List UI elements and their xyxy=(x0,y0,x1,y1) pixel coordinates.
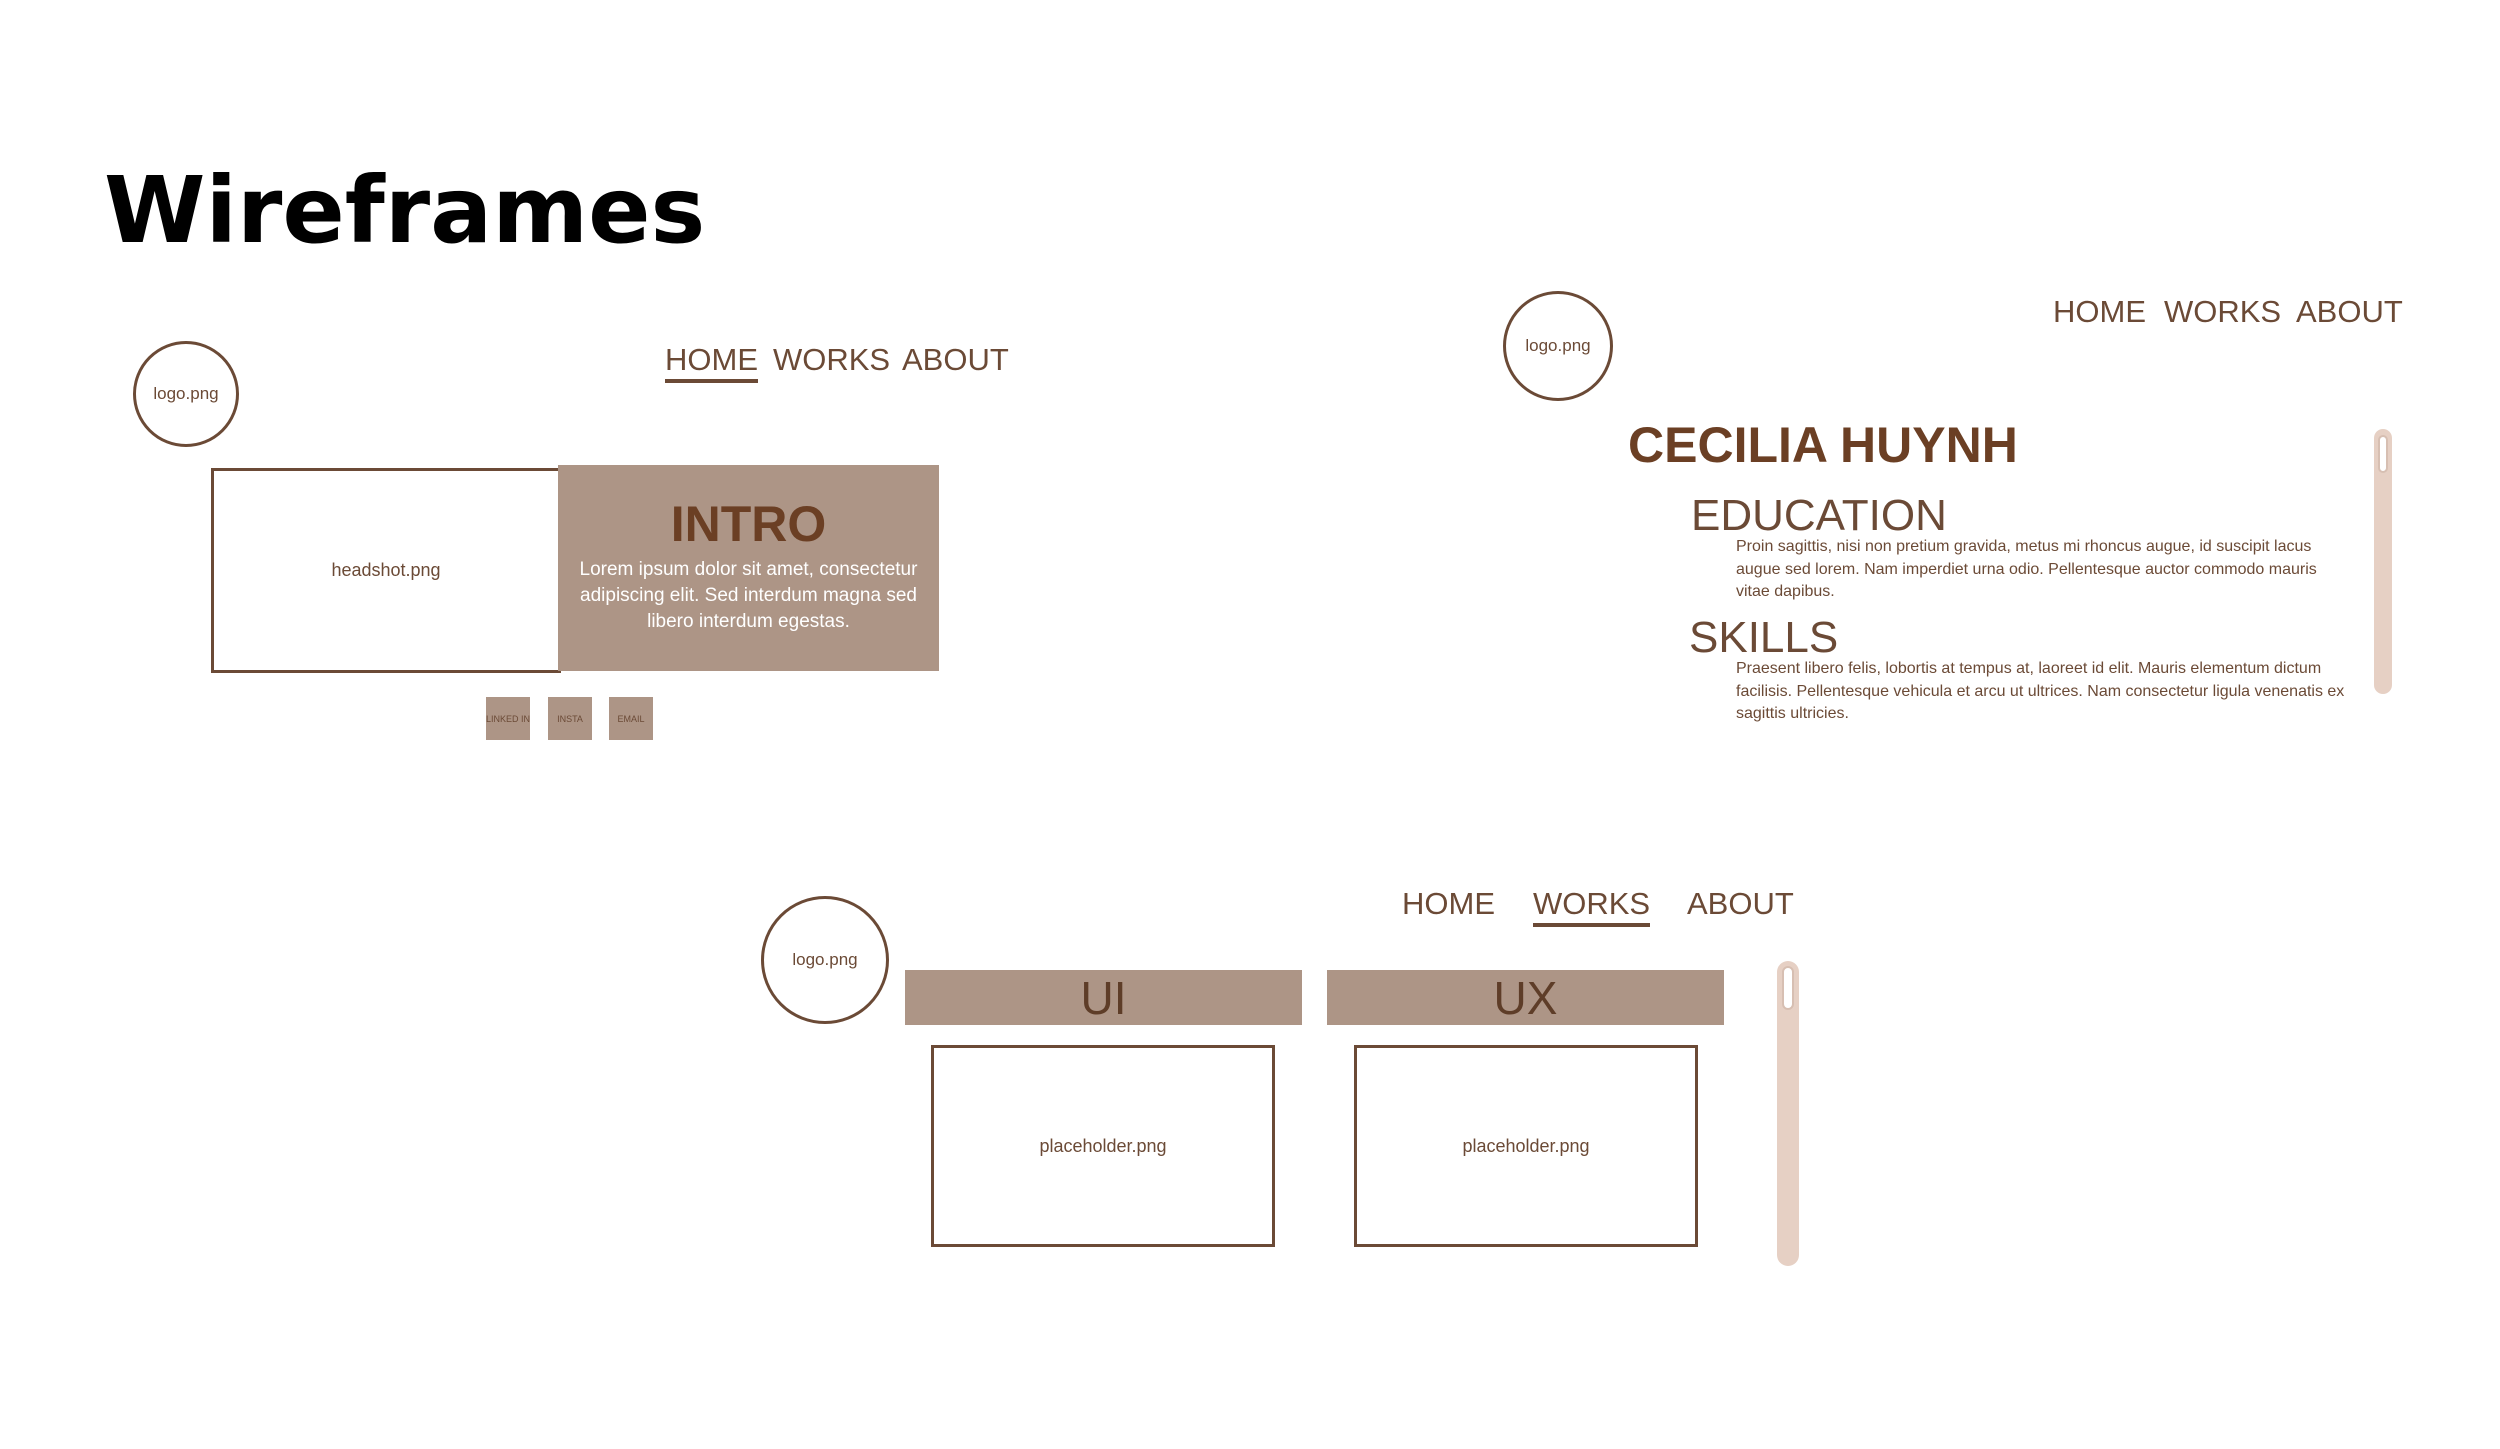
skills-body: Praesent libero felis, lobortis at tempu… xyxy=(1736,660,2345,722)
tab-ux[interactable]: UX xyxy=(1327,970,1724,1025)
intro-panel: INTRO Lorem ipsum dolor sit amet, consec… xyxy=(558,465,939,671)
about-name-heading: CECILIA HUYNH xyxy=(1628,417,2018,473)
skills-heading: SKILLS xyxy=(1689,613,1839,662)
works-logo[interactable]: logo.png xyxy=(761,896,889,1024)
headshot-image: headshot.png xyxy=(211,468,561,673)
page-title: Wireframes xyxy=(104,157,706,264)
intro-title: INTRO xyxy=(670,496,827,552)
home-nav-about[interactable]: ABOUT xyxy=(902,344,1009,375)
social-linkedin-button[interactable]: LINKED IN xyxy=(486,697,530,740)
intro-body: Lorem ipsum dolor sit amet, consectetur … xyxy=(579,559,918,632)
home-logo[interactable]: logo.png xyxy=(133,341,239,447)
social-insta-button[interactable]: INSTA xyxy=(548,697,592,740)
home-nav-works[interactable]: WORKS xyxy=(773,344,890,375)
works-nav-home[interactable]: HOME xyxy=(1402,888,1495,919)
works-scroll-thumb[interactable] xyxy=(1782,966,1794,1010)
ux-placeholder-image: placeholder.png xyxy=(1354,1045,1698,1247)
education-body: Proin sagittis, nisi non pretium gravida… xyxy=(1736,538,2317,600)
about-logo[interactable]: logo.png xyxy=(1503,291,1613,401)
about-nav-home[interactable]: HOME xyxy=(2053,296,2146,327)
about-nav-works[interactable]: WORKS xyxy=(2164,296,2281,327)
works-nav-about[interactable]: ABOUT xyxy=(1687,888,1794,919)
tab-ui[interactable]: UI xyxy=(905,970,1302,1025)
education-heading: EDUCATION xyxy=(1691,491,1947,540)
works-nav-works[interactable]: WORKS xyxy=(1533,888,1651,927)
works-scrollbar[interactable] xyxy=(1777,961,1799,1266)
about-scroll-thumb[interactable] xyxy=(2378,435,2388,473)
ui-placeholder-image: placeholder.png xyxy=(931,1045,1275,1247)
home-nav-home[interactable]: HOME xyxy=(665,344,758,383)
social-email-button[interactable]: EMAIL xyxy=(609,697,653,740)
about-scrollbar[interactable] xyxy=(2374,429,2392,694)
about-nav-about[interactable]: ABOUT xyxy=(2296,296,2403,327)
